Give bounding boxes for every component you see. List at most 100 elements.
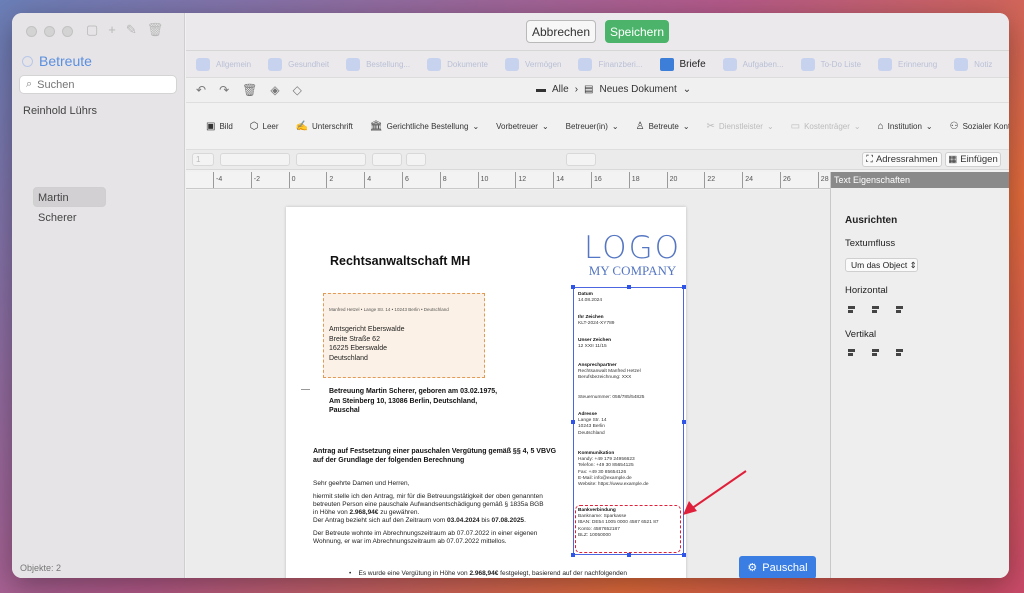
ruler-tick-line xyxy=(515,172,517,188)
address-block[interactable]: Manfred Hetzel • Lange Str. 14 • 10243 B… xyxy=(323,293,485,378)
resize-handle[interactable] xyxy=(682,285,686,289)
close-dot[interactable] xyxy=(26,26,37,37)
tab-todo[interactable]: To-Do Liste xyxy=(800,57,861,71)
zoom-dot[interactable] xyxy=(62,26,73,37)
social-contact-dropdown[interactable]: ⚇Sozialer Kontakt⌄ xyxy=(950,121,1009,132)
body-line: in Höhe von 2.968,94€ zu gewähren. xyxy=(313,509,573,517)
tab-gesundheit[interactable]: Gesundheit xyxy=(268,57,329,71)
main-area: Abbrechen Speichern Allgemein Gesundheit… xyxy=(186,13,1009,578)
edit-icon[interactable]: ✎ xyxy=(126,22,137,38)
company-logo[interactable]: LOGO MY COMPANY xyxy=(584,233,681,278)
ruler-tick-label: 12 xyxy=(518,176,527,183)
layers-icon[interactable]: ◈ xyxy=(270,83,279,97)
font-weight-select[interactable] xyxy=(372,153,402,166)
insert-signature-button[interactable]: ✍ Unterschrift xyxy=(296,121,353,132)
letter-body[interactable]: Sehr geehrte Damen und Herren, hiermit s… xyxy=(313,480,573,546)
trash-icon[interactable]: 🗑 xyxy=(242,83,257,97)
tab-vermoegen[interactable]: Vermögen xyxy=(505,57,561,71)
tab-finanzbericht[interactable]: Finanzberi... xyxy=(578,57,643,71)
align-bottom-icon[interactable] xyxy=(895,347,905,357)
body-line: Der Antrag bezieht sich auf den Zeitraum… xyxy=(313,517,573,525)
search-field[interactable]: ⌕ xyxy=(19,75,177,94)
font-family-select[interactable] xyxy=(220,153,290,166)
firm-name[interactable]: Rechtsanwaltschaft MH xyxy=(330,254,470,268)
ruler-tick-line xyxy=(817,172,819,188)
list-item-selected[interactable]: Martin Scherer xyxy=(33,187,106,224)
tab-allgemein[interactable]: Allgemein xyxy=(196,57,251,71)
resize-handle[interactable] xyxy=(627,285,631,289)
resize-handle[interactable] xyxy=(682,420,686,424)
redo-icon[interactable]: ↷ xyxy=(219,83,229,97)
court-order-dropdown[interactable]: 🏛 Gerichtliche Bestellung ⌄ xyxy=(370,121,479,132)
tab-aufgaben[interactable]: Aufgaben... xyxy=(722,57,784,71)
tab-dokumente[interactable]: Dokumente xyxy=(427,57,488,71)
institution-dropdown[interactable]: ⌂ Institution ⌄ xyxy=(878,121,933,132)
text-color-select[interactable] xyxy=(406,153,426,166)
logo-line2: MY COMPANY xyxy=(588,263,677,278)
insert-image-button[interactable]: ▣ Bild xyxy=(206,121,233,132)
cost-bearer-dropdown[interactable]: ▭ Kostenträger ⌄ xyxy=(791,121,861,132)
tab-briefe[interactable]: Briefe xyxy=(659,57,706,71)
request-text: auf der Grundlage der folgenden Berechnu… xyxy=(313,457,465,464)
trash-icon[interactable]: 🗑 xyxy=(147,22,164,38)
previous-guardian-dropdown[interactable]: Vorbetreuer ⌄ xyxy=(496,122,549,131)
body-line: Wohnung, er war im Abrechnungszeitraum a… xyxy=(313,538,507,545)
communication-section: Kommunikation Handy: +49 179 24956623 Tele… xyxy=(578,451,649,488)
search-input[interactable] xyxy=(37,78,158,91)
resize-handle[interactable] xyxy=(571,285,575,289)
chevron-down-icon: ⌄ xyxy=(925,122,933,131)
align-right-icon[interactable] xyxy=(895,304,905,314)
insert-button[interactable]: ▦ Einfügen xyxy=(945,152,1001,167)
stack-icon[interactable]: ◇ xyxy=(293,83,302,97)
align-left-icon[interactable] xyxy=(847,304,857,314)
request-heading[interactable]: Antrag auf Festsetzung einer pauschalen … xyxy=(313,447,556,465)
resize-handle[interactable] xyxy=(571,553,575,557)
vertical-label: Vertikal xyxy=(845,329,877,340)
subject-line[interactable]: Betreuung Martin Scherer, geboren am 03.… xyxy=(329,387,497,416)
undo-icon[interactable]: ↶ xyxy=(196,83,206,97)
ruler-tick-label: 2 xyxy=(329,176,334,183)
guardian-dropdown[interactable]: Betreuer(in) ⌄ xyxy=(566,122,619,131)
align-top-icon[interactable] xyxy=(847,347,857,357)
ruler-tick-label: 26 xyxy=(783,176,791,183)
text-run: zu gewähren. xyxy=(378,509,420,516)
window-controls[interactable] xyxy=(26,26,73,37)
font-size-select[interactable]: 1 xyxy=(192,153,214,166)
address-frames-label: Adressrahmen xyxy=(875,154,938,165)
ruler-tick-line xyxy=(364,172,366,188)
pauschal-button[interactable]: ⚙ Pauschal xyxy=(739,556,816,578)
ward-dropdown[interactable]: ♙ Betreute ⌄ xyxy=(636,121,690,132)
person-list: Reinhold Lührs Martin Scherer xyxy=(19,101,177,224)
tab-erinnerung[interactable]: Erinnerung xyxy=(878,57,937,71)
align-middle-icon[interactable] xyxy=(871,347,881,357)
minimize-dot[interactable] xyxy=(44,26,55,37)
add-icon[interactable]: + xyxy=(108,22,116,38)
cancel-button[interactable]: Abbrechen xyxy=(526,20,596,43)
toolbar-label: Sozialer Kontakt xyxy=(962,122,1009,131)
resize-handle[interactable] xyxy=(627,553,631,557)
insert-empty-button[interactable]: ⬡ Leer xyxy=(250,121,279,132)
service-provider-dropdown[interactable]: ✂ Dienstleister ⌄ xyxy=(707,121,774,132)
align-center-icon[interactable] xyxy=(871,304,881,314)
your-ref-section: Ihr Zeichen KLT-2024-XY789 xyxy=(578,315,615,327)
list-item[interactable]: Reinhold Lührs xyxy=(19,101,177,121)
tab-notiz[interactable]: Notiz xyxy=(954,57,992,71)
chevron-down-icon[interactable]: ⌄ xyxy=(683,84,691,95)
sidebar-toggle-icon[interactable]: ▢ xyxy=(86,22,98,38)
letter-page[interactable]: Rechtsanwaltschaft MH LOGO MY COMPANY Ma… xyxy=(286,207,747,578)
line-spacing-select[interactable] xyxy=(566,153,596,166)
resize-handle[interactable] xyxy=(571,420,575,424)
resize-handle[interactable] xyxy=(682,553,686,557)
address-frames-button[interactable]: ⛶ Adressrahmen xyxy=(862,152,942,167)
tab-bestellung[interactable]: Bestellung... xyxy=(346,57,410,71)
subject-text: Am Steinberg 10, 13086 Berlin, Deutschla… xyxy=(329,397,478,405)
font-style-select[interactable] xyxy=(296,153,366,166)
save-button[interactable]: Speichern xyxy=(605,20,669,43)
breadcrumb-root[interactable]: Alle xyxy=(552,84,569,95)
date-from: 03.04.2024 xyxy=(447,517,480,524)
textflow-select[interactable]: Um das Object ⇕ xyxy=(845,258,918,272)
ruler-tick-label: 18 xyxy=(631,176,640,183)
breadcrumb-document[interactable]: Neues Dokument xyxy=(599,84,676,95)
ruler-tick-label: 20 xyxy=(669,176,678,183)
person-icon xyxy=(196,57,210,71)
